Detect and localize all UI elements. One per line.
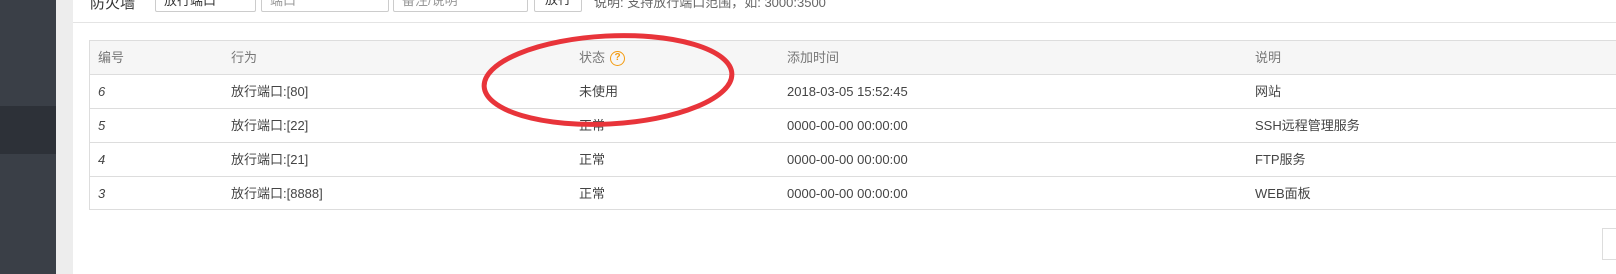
cell-status[interactable]: 未使用: [579, 75, 618, 108]
port-input[interactable]: 端口: [261, 0, 389, 12]
table-header: 编号 行为 状态? 添加时间 说明: [90, 41, 1616, 75]
table-row[interactable]: 5 放行端口:[22] 正常 0000-00-00 00:00:00 SSH远程…: [90, 109, 1616, 143]
cell-id: 5: [98, 118, 106, 133]
cell-status[interactable]: 正常: [579, 109, 605, 142]
sidebar: [0, 0, 56, 274]
cell-added: 2018-03-05 15:52:45: [787, 84, 908, 99]
cell-action: 放行端口:[80]: [231, 84, 309, 99]
sidebar-item-active[interactable]: [0, 106, 56, 154]
table-row[interactable]: 3 放行端口:[8888] 正常 0000-00-00 00:00:00 WEB…: [90, 177, 1616, 211]
cell-added: 0000-00-00 00:00:00: [787, 152, 908, 167]
firewall-toolbar: 防火墙 放行端口 端口 备注/说明 放行 说明: 支持放行端口范围，如: 300…: [73, 0, 1616, 23]
cell-id: 4: [98, 152, 106, 167]
cell-action: 放行端口:[21]: [231, 152, 309, 167]
table-row[interactable]: 6 放行端口:[80] 未使用 2018-03-05 15:52:45 网站: [90, 75, 1616, 109]
cell-added: 0000-00-00 00:00:00: [787, 186, 908, 201]
header-action: 行为: [231, 50, 258, 65]
allow-button[interactable]: 放行: [534, 0, 582, 12]
cell-added: 0000-00-00 00:00:00: [787, 118, 908, 133]
pagination-edge[interactable]: [1602, 228, 1616, 260]
question-icon[interactable]: ?: [610, 51, 626, 67]
divider: [73, 22, 1616, 23]
cell-action: 放行端口:[8888]: [231, 186, 323, 201]
action-select[interactable]: 放行端口: [155, 0, 256, 12]
firewall-label: 防火墙: [90, 0, 136, 12]
cell-id: 3: [98, 186, 106, 201]
header-id: 编号: [98, 50, 125, 65]
toolbar-note: 说明: 支持放行端口范围，如: 3000:3500: [594, 0, 826, 10]
header-status-label: 状态: [579, 50, 606, 65]
content-gutter: [56, 0, 73, 274]
cell-remark[interactable]: 网站: [1255, 75, 1281, 108]
main-panel: 防火墙 放行端口 端口 备注/说明 放行 说明: 支持放行端口范围，如: 300…: [73, 0, 1616, 274]
cell-status[interactable]: 正常: [579, 177, 605, 210]
cell-remark[interactable]: FTP服务: [1255, 143, 1306, 176]
remark-input[interactable]: 备注/说明: [393, 0, 528, 12]
header-remark: 说明: [1255, 50, 1282, 65]
firewall-table: 编号 行为 状态? 添加时间 说明 6 放行端口:[80] 未使用 2018-0…: [89, 40, 1616, 210]
cell-remark[interactable]: WEB面板: [1255, 177, 1311, 210]
cell-status[interactable]: 正常: [579, 143, 605, 176]
table-row[interactable]: 4 放行端口:[21] 正常 0000-00-00 00:00:00 FTP服务: [90, 143, 1616, 177]
cell-remark[interactable]: SSH远程管理服务: [1255, 109, 1360, 142]
cell-action: 放行端口:[22]: [231, 118, 309, 133]
header-added: 添加时间: [787, 50, 840, 65]
cell-id: 6: [98, 84, 106, 99]
header-status: 状态?: [579, 41, 626, 74]
